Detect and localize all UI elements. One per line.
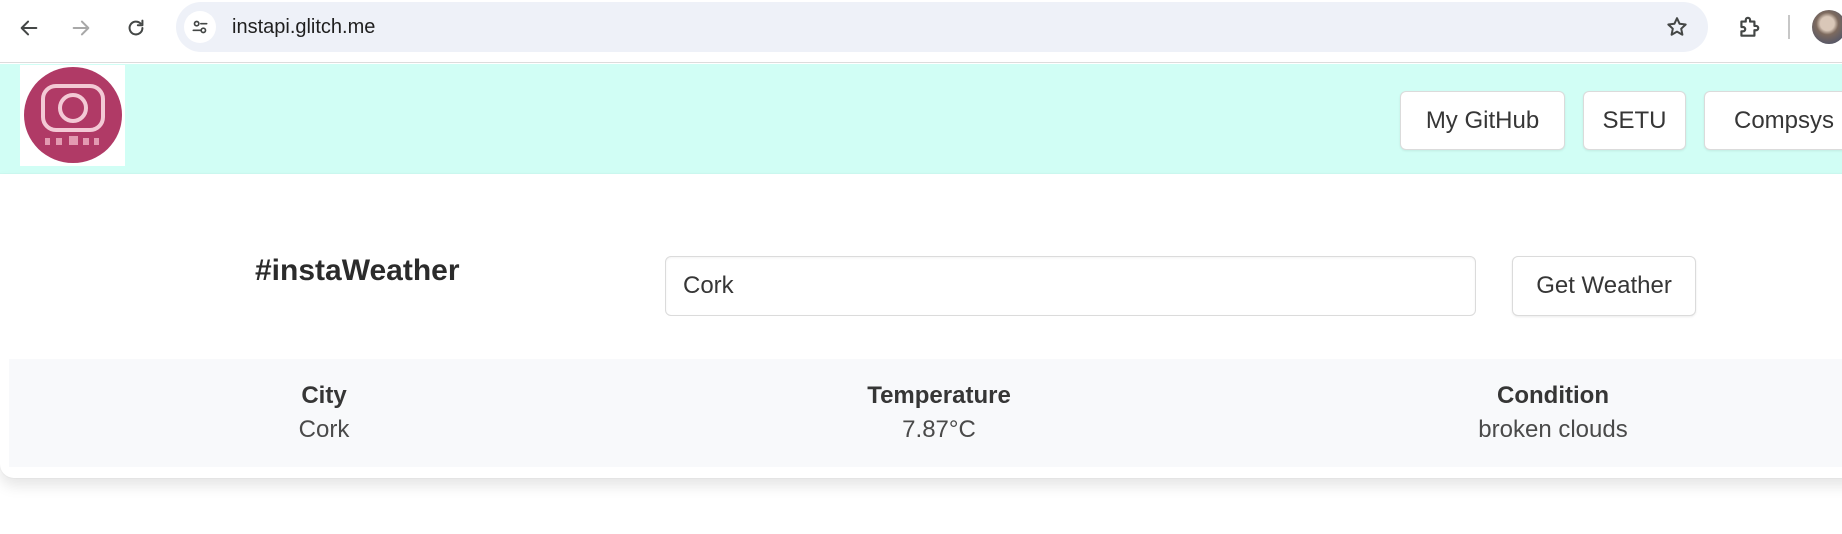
site-info-button[interactable] xyxy=(184,11,216,43)
weather-results: City Cork Temperature 7.87°C Condition b… xyxy=(9,359,1842,467)
temperature-value: 7.87°C xyxy=(902,416,976,443)
result-temperature: Temperature 7.87°C xyxy=(789,381,1089,447)
back-button[interactable] xyxy=(12,11,46,45)
address-bar[interactable]: instapi.glitch.me xyxy=(176,2,1708,52)
instagram-camera-logo xyxy=(23,66,122,163)
reload-button[interactable] xyxy=(119,11,153,45)
extensions-button[interactable] xyxy=(1734,12,1764,42)
temperature-heading: Temperature xyxy=(867,382,1011,409)
puzzle-icon xyxy=(1740,16,1760,37)
compsys-button[interactable]: Compsys xyxy=(1704,91,1842,150)
city-search-input[interactable] xyxy=(665,256,1476,316)
arrow-right-icon xyxy=(72,20,90,36)
site-logo[interactable] xyxy=(20,65,125,166)
avatar[interactable] xyxy=(1812,10,1842,44)
result-condition: Condition broken clouds xyxy=(1403,381,1703,447)
setu-button[interactable]: SETU xyxy=(1583,91,1686,150)
get-weather-button[interactable]: Get Weather xyxy=(1512,256,1696,316)
city-heading: City xyxy=(301,382,347,409)
star-icon xyxy=(1667,17,1687,36)
forward-button[interactable] xyxy=(64,11,98,45)
weather-card: #instaWeather Get Weather City Cork Temp… xyxy=(0,174,1842,478)
url-text[interactable]: instapi.glitch.me xyxy=(232,16,375,39)
reload-icon xyxy=(128,19,144,36)
bookmark-button[interactable] xyxy=(1664,14,1690,40)
tune-icon xyxy=(192,20,208,34)
arrow-left-icon xyxy=(20,20,38,36)
condition-heading: Condition xyxy=(1497,382,1609,409)
toolbar-divider xyxy=(1788,15,1790,39)
page-title: #instaWeather xyxy=(255,254,460,287)
browser-toolbar: instapi.glitch.me xyxy=(0,0,1842,63)
result-city: City Cork xyxy=(174,381,474,447)
city-value: Cork xyxy=(298,416,350,443)
condition-value: broken clouds xyxy=(1478,416,1628,443)
my-github-button[interactable]: My GitHub xyxy=(1400,91,1565,150)
site-header: My GitHub SETU Compsys xyxy=(0,64,1842,174)
